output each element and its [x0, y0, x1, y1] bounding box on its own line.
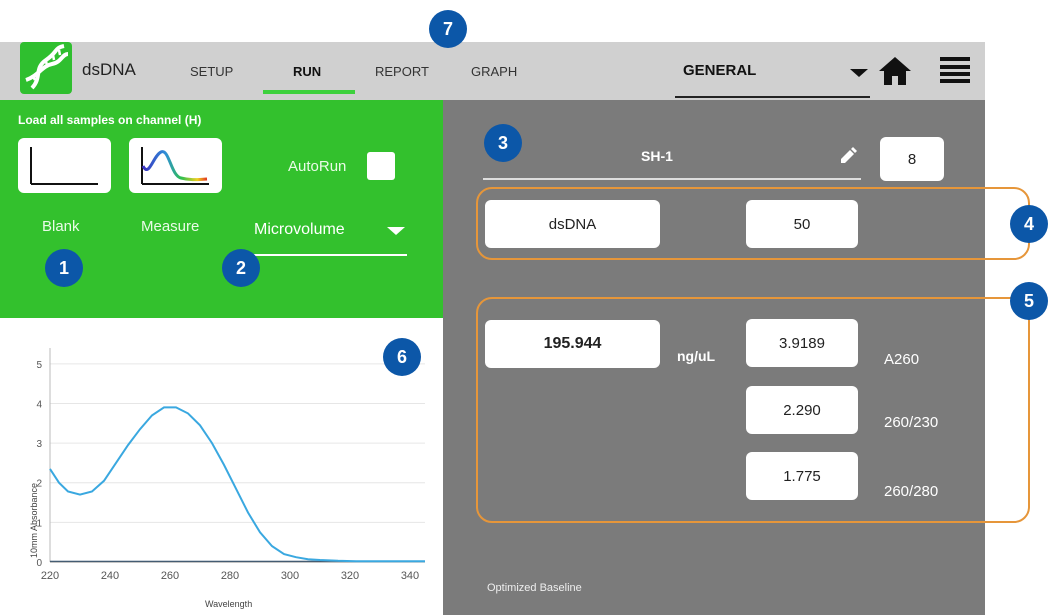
- callout-6: 6: [383, 338, 421, 376]
- tab-run[interactable]: RUN: [293, 64, 321, 79]
- active-tab-indicator: [263, 90, 355, 94]
- y-tick-label-4: 4: [36, 399, 42, 410]
- edit-pencil-icon[interactable]: [839, 147, 857, 165]
- callout-2: 2: [222, 249, 260, 287]
- autorun-checkbox[interactable]: [367, 152, 395, 180]
- dna-app-icon[interactable]: [20, 42, 72, 94]
- hamburger-menu-icon[interactable]: [940, 57, 970, 83]
- baseline-label: Optimized Baseline: [487, 582, 582, 594]
- mode-dropdown-value: GENERAL: [683, 62, 757, 79]
- autorun-label: AutoRun: [288, 158, 347, 175]
- home-icon[interactable]: [878, 56, 912, 86]
- callout-1: 1: [45, 249, 83, 287]
- top-bar: dsDNA SETUP RUN REPORT GRAPH GENERAL: [0, 42, 985, 100]
- y-tick-label-0: 0: [36, 558, 42, 569]
- y-tick-label-3: 3: [36, 439, 42, 450]
- blank-spectrum-icon: [30, 147, 98, 185]
- y-axis-label: 10mm Absorbance: [29, 483, 39, 558]
- absorbance-series-line: [49, 406, 425, 563]
- callout-5: 5: [1010, 282, 1048, 320]
- y-tick-label-5: 5: [36, 360, 42, 371]
- sample-name-underline: [483, 178, 861, 180]
- measure-spectrum-icon: [141, 147, 209, 185]
- tab-report[interactable]: REPORT: [375, 64, 429, 79]
- measure-button[interactable]: [129, 138, 222, 193]
- tab-setup[interactable]: SETUP: [190, 64, 233, 79]
- chevron-down-icon[interactable]: [850, 69, 868, 77]
- measure-label: Measure: [141, 218, 200, 235]
- x-tick-label-3: 280: [221, 570, 239, 582]
- volume-dropdown-underline: [250, 254, 407, 256]
- sample-name[interactable]: SH-1: [641, 148, 673, 164]
- app-title: dsDNA: [82, 60, 136, 79]
- x-tick-label-1: 240: [101, 570, 119, 582]
- x-tick-label-0: 220: [41, 570, 59, 582]
- load-instruction: Load all samples on channel (H): [18, 113, 202, 127]
- blank-button[interactable]: [18, 138, 111, 193]
- callout-7: 7: [429, 10, 467, 48]
- x-axis-label: Wavelength: [205, 599, 252, 609]
- tab-graph[interactable]: GRAPH: [471, 64, 517, 79]
- volume-chevron-down-icon[interactable]: [387, 227, 405, 235]
- chart-svg: 012345220 240 260 280 300 320 340 10mm Absorba…: [29, 348, 425, 609]
- x-tick-label-6: 340: [401, 570, 419, 582]
- chart-axes: 012345220 240 260 280 300 320 340: [36, 348, 425, 582]
- callout-4: 4: [1010, 205, 1048, 243]
- sample-settings-highlight: [476, 187, 1030, 260]
- x-tick-label-2: 260: [161, 570, 179, 582]
- results-highlight: [476, 297, 1030, 523]
- blank-label: Blank: [42, 218, 80, 235]
- sample-count-field[interactable]: 8: [880, 137, 944, 181]
- x-tick-label-5: 320: [341, 570, 359, 582]
- volume-dropdown[interactable]: Microvolume: [254, 221, 345, 239]
- x-tick-label-4: 300: [281, 570, 299, 582]
- callout-3: 3: [484, 124, 522, 162]
- chart-grid: [50, 363, 425, 563]
- mode-dropdown[interactable]: GENERAL: [675, 60, 870, 98]
- absorbance-chart: 0 1 2 3 4 5 220 240 260 280 300 320 340 10mm Absorba…: [0, 318, 443, 615]
